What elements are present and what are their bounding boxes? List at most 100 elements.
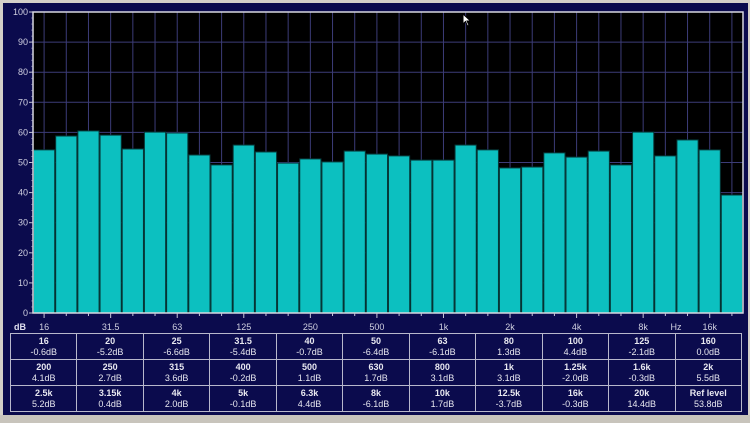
x-tick-label: 16k <box>702 322 717 332</box>
band-cell: 16 -0.6dB <box>9 333 78 360</box>
y-tick-label: 80 <box>18 67 28 77</box>
band-frequency: 8k <box>370 387 381 398</box>
band-cell: 1.25k -2.0dB <box>541 359 610 386</box>
band-cell: 2k 5.5dB <box>674 359 743 386</box>
band-frequency: 2.5k <box>34 387 53 398</box>
band-frequency: 200 <box>36 361 52 372</box>
band-cell: 1k 3.1dB <box>475 359 543 386</box>
y-tick-label: 100 <box>13 7 28 17</box>
bar-6.3k <box>609 164 633 314</box>
x-tick-label: 500 <box>369 322 384 332</box>
bar-1k <box>432 159 455 314</box>
band-cell: 200 4.1dB <box>9 359 78 386</box>
bar-2.5k <box>521 166 544 314</box>
band-gain: -2.1dB <box>628 346 656 357</box>
band-cell: 12.5k -3.7dB <box>475 385 543 412</box>
band-cell: 6.3k 4.4dB <box>275 385 344 412</box>
band-cell: 125 -2.1dB <box>608 333 676 360</box>
band-gain: 3.6dB <box>164 372 189 383</box>
band-gain: -0.1dB <box>229 398 257 409</box>
band-gain: -6.1dB <box>362 398 390 409</box>
band-frequency: 25 <box>171 335 182 346</box>
bar-40 <box>121 148 144 314</box>
band-cell: 800 3.1dB <box>408 359 477 386</box>
y-axis-unit-label: dB <box>14 322 26 332</box>
band-gain: 4.4dB <box>297 398 322 409</box>
band-gain: 1.7dB <box>364 372 388 383</box>
band-cell: 2.5k 5.2dB <box>9 385 78 412</box>
band-cell: 40 -0.7dB <box>275 333 344 360</box>
band-frequency: 125 <box>634 335 650 346</box>
band-cell: 100 4.4dB <box>541 333 610 360</box>
band-frequency: 1k <box>503 361 514 372</box>
table-row: 2.5k 5.2dB 3.15k 0.4dB 4k 2.0dB 5k -0.1dB 6.3k 4.… <box>9 385 743 412</box>
bar-20k <box>720 194 743 314</box>
x-tick-label: 125 <box>236 322 251 332</box>
band-gain: -0.3dB <box>628 372 656 383</box>
y-tick-label: 0 <box>23 308 28 318</box>
band-frequency: 1.6k <box>633 361 651 372</box>
band-cell: 31.5 -5.4dB <box>209 333 277 360</box>
band-cell: 630 1.7dB <box>342 359 410 386</box>
bar-315 <box>321 161 344 314</box>
bar-16 <box>33 149 56 314</box>
band-gain: 4.4dB <box>563 346 588 357</box>
bar-3.15k <box>543 152 566 314</box>
band-cell: 500 1.1dB <box>275 359 344 386</box>
band-frequency: 10k <box>434 387 450 398</box>
y-tick-label: 60 <box>18 127 28 137</box>
x-tick-label: 31.5 <box>102 322 120 332</box>
band-table: 16 -0.6dB 20 -5.2dB 25 -6.6dB 31.5 -5.4dB 40 -0.7… <box>9 333 743 412</box>
x-axis-unit-label: Hz <box>671 322 682 332</box>
status-strip <box>0 415 750 423</box>
band-cell: 250 2.7dB <box>76 359 144 386</box>
x-tick-label: 16 <box>39 322 49 332</box>
band-gain: 1.7dB <box>430 398 455 409</box>
bar-16k <box>698 149 721 314</box>
band-frequency: 315 <box>169 361 185 372</box>
bar-4k <box>565 156 588 314</box>
band-frequency: 250 <box>102 361 118 372</box>
band-gain: 0.4dB <box>98 398 122 409</box>
band-cell: 63 -6.1dB <box>408 333 477 360</box>
band-frequency: 800 <box>434 361 450 372</box>
band-gain: 2.7dB <box>98 372 122 383</box>
band-cell: 4k 2.0dB <box>142 385 211 412</box>
y-tick-label: 70 <box>18 97 28 107</box>
bar-5k <box>587 150 610 314</box>
band-gain: 3.1dB <box>430 372 455 383</box>
bar-50 <box>143 131 167 314</box>
bar-10k <box>654 155 677 314</box>
band-frequency: 160 <box>700 335 716 346</box>
x-tick-label: 2k <box>505 322 515 332</box>
x-tick-label: 63 <box>172 322 182 332</box>
band-cell: 16k -0.3dB <box>541 385 610 412</box>
y-tick-label: 90 <box>18 37 28 47</box>
bar-500 <box>365 153 388 314</box>
bar-1.25k <box>454 144 477 314</box>
y-tick-label: 10 <box>18 278 28 288</box>
band-frequency: 100 <box>567 335 583 346</box>
mouse-cursor-icon <box>462 13 472 27</box>
band-gain: -6.1dB <box>429 346 456 357</box>
band-cell: 5k -0.1dB <box>209 385 277 412</box>
band-cell: Ref level 53.8dB <box>674 385 743 412</box>
bar-2k <box>498 167 522 314</box>
band-gain: 53.8dB <box>694 398 723 409</box>
band-cell: 10k 1.7dB <box>408 385 477 412</box>
band-frequency: 20k <box>634 387 650 398</box>
bar-31.5 <box>99 134 122 314</box>
band-cell: 20k 14.4dB <box>608 385 676 412</box>
band-gain: 5.5dB <box>696 372 721 383</box>
band-frequency: 12.5k <box>497 387 521 398</box>
band-gain: -3.7dB <box>495 398 523 409</box>
bar-80 <box>188 154 211 314</box>
table-row: 16 -0.6dB 20 -5.2dB 25 -6.6dB 31.5 -5.4dB 40 -0.7… <box>9 333 743 360</box>
band-frequency: 31.5 <box>234 335 252 346</box>
band-gain: 14.4dB <box>627 398 657 409</box>
bar-25 <box>77 130 100 314</box>
band-frequency: 63 <box>437 335 448 346</box>
band-gain: -5.2dB <box>96 346 124 357</box>
bar-800 <box>410 159 433 314</box>
band-gain: -0.3dB <box>562 398 589 409</box>
